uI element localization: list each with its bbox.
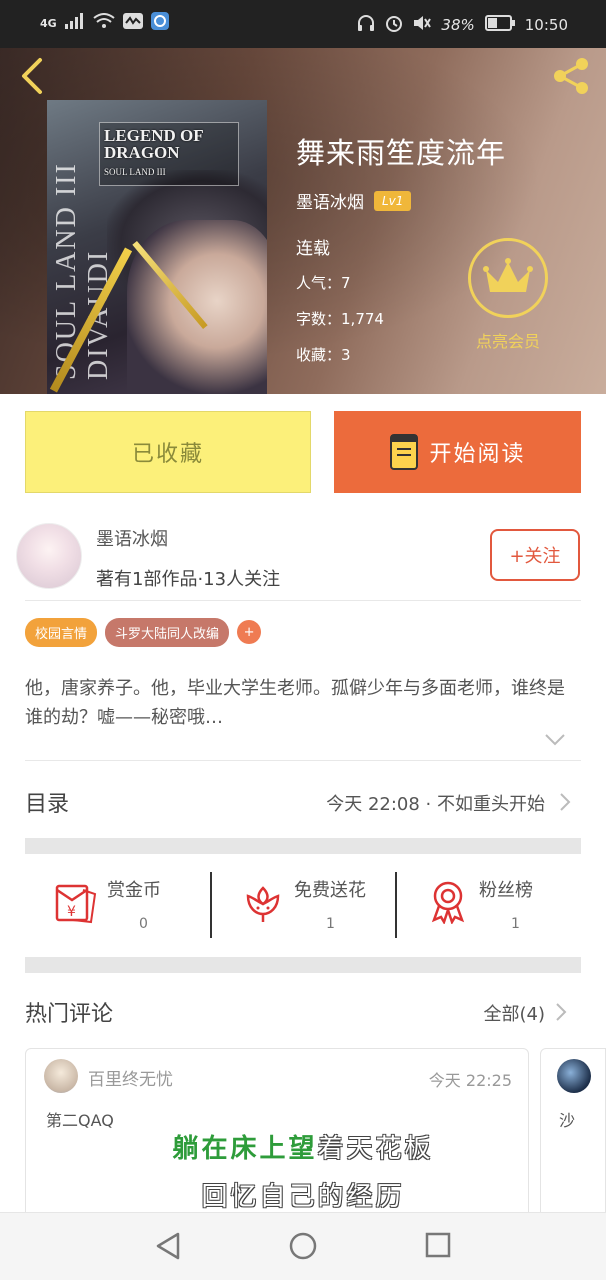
fan-ranking-label: 粉丝榜	[479, 880, 533, 901]
clock: 10:50	[524, 16, 568, 34]
fan-ranking-button[interactable]: 粉丝榜 1	[397, 870, 582, 940]
author-block: 墨语冰烟 著有1部作品·13人关注 +关注	[0, 515, 606, 601]
square-recents-icon	[425, 1232, 451, 1258]
app-notification-icon	[150, 12, 169, 34]
book-description: 他，唐家养子。他，毕业大学生老师。孤僻少年与多面老师，谁终是谁的劫？嘘——秘密哦…	[25, 678, 565, 728]
nav-back-button[interactable]	[154, 1231, 182, 1265]
chevron-right-icon[interactable]	[555, 1002, 567, 1022]
vip-button[interactable]: 点亮会员	[466, 238, 550, 352]
tag-list: 校园言情 斗罗大陆同人改编 +	[25, 618, 262, 647]
back-button[interactable]	[14, 54, 54, 98]
vip-label: 点亮会员	[475, 332, 540, 351]
author-row: 墨语冰烟 Lv1	[296, 188, 412, 213]
chevron-right-icon	[560, 793, 571, 811]
author-block-name[interactable]: 墨语冰烟	[96, 525, 168, 551]
reward-coins-count: 0	[139, 916, 148, 932]
book-title: 舞来雨笙度流年	[296, 136, 507, 170]
circle-home-icon	[289, 1232, 317, 1260]
tag-fanfic[interactable]: 斗罗大陆同人改编	[105, 618, 230, 647]
reward-coins-label: 赏金币	[107, 880, 161, 901]
send-flower-label: 免费送花	[294, 880, 366, 901]
comment-time: 今天 22:25	[428, 1071, 512, 1090]
word-count-stat: 字数：1,774	[296, 310, 384, 328]
cover-title: LEGEND OF DRAGON SOUL LAND III	[99, 122, 239, 186]
overlay-caption-line-2: 回忆自己的经历	[201, 1182, 405, 1212]
battery-icon	[484, 15, 515, 35]
section-separator	[25, 957, 581, 973]
system-nav-bar	[0, 1212, 606, 1280]
cover-side-text: SOUL LAND III DIVAUDI	[51, 162, 114, 380]
commenter-avatar[interactable]	[557, 1059, 591, 1093]
triangle-back-icon	[156, 1232, 180, 1260]
book-header: SOUL LAND III DIVAUDI LEGEND OF DRAGON S…	[0, 48, 606, 394]
activity-icon	[122, 13, 143, 33]
popularity-stat: 人气：7	[296, 274, 351, 292]
overlay-caption-line-1: 躺在床上望着天花板	[172, 1134, 434, 1164]
crown-icon	[483, 258, 533, 292]
author-avatar[interactable]	[16, 523, 82, 589]
serial-status: 连载	[296, 239, 330, 259]
wifi-icon	[93, 13, 115, 33]
chevron-down-icon[interactable]	[544, 733, 566, 747]
flower-icon	[240, 880, 286, 928]
battery-percent: 38%	[441, 16, 475, 34]
tag-more-button[interactable]: +	[237, 620, 262, 644]
hot-comments-header: 热门评论 全部(4)	[25, 994, 581, 1034]
send-flower-count: 1	[326, 916, 335, 932]
hot-comments-title: 热门评论	[25, 1002, 114, 1027]
table-of-contents-row[interactable]: 目录 今天 22:08 · 不如重头开始	[25, 780, 581, 824]
start-reading-label: 开始阅读	[429, 442, 526, 467]
book-cover[interactable]: SOUL LAND III DIVAUDI LEGEND OF DRAGON S…	[47, 100, 267, 394]
headphones-icon	[357, 15, 375, 35]
latest-chapter: 今天 22:08 · 不如重头开始	[326, 794, 545, 815]
start-reading-button[interactable]: 开始阅读	[334, 411, 581, 493]
send-flower-button[interactable]: 免费送花 1	[212, 870, 397, 940]
collected-button[interactable]: 已收藏	[25, 411, 311, 493]
vip-ring	[468, 238, 548, 318]
divider	[25, 760, 581, 761]
toc-label: 目录	[25, 792, 70, 817]
status-bar: 4G 38% 10:50	[0, 0, 606, 48]
share-button[interactable]	[550, 54, 594, 98]
favorites-stat: 收藏：3	[296, 346, 351, 364]
all-comments-link[interactable]: 全部(4)	[484, 1000, 546, 1026]
nav-home-button[interactable]	[288, 1231, 318, 1265]
tag-campus-romance[interactable]: 校园言情	[25, 618, 98, 647]
mute-icon	[413, 15, 432, 35]
action-bar: ¥ 赏金币 0 免费送花 1 粉丝榜 1	[25, 870, 581, 940]
network-type: 4G	[40, 16, 57, 30]
medal-icon	[425, 880, 471, 928]
author-meta: 著有1部作品·13人关注	[96, 569, 281, 590]
book-icon	[390, 434, 419, 470]
commenter-avatar[interactable]	[44, 1059, 78, 1093]
nav-recents-button[interactable]	[424, 1231, 452, 1265]
section-separator	[25, 838, 581, 854]
divider	[25, 600, 581, 601]
reward-coins-button[interactable]: ¥ 赏金币 0	[25, 870, 210, 940]
author-name[interactable]: 墨语冰烟	[296, 188, 364, 213]
red-envelope-icon: ¥	[53, 880, 99, 928]
follow-button[interactable]: +关注	[490, 529, 580, 581]
fan-ranking-count: 1	[511, 916, 520, 932]
signal-icon	[64, 13, 85, 33]
chevron-left-icon	[22, 58, 42, 94]
commenter-name[interactable]: 百里终无忧	[88, 1065, 173, 1090]
alarm-icon	[385, 14, 403, 36]
share-icon	[554, 58, 588, 94]
level-badge: Lv1	[374, 190, 412, 211]
svg-text:¥: ¥	[67, 904, 76, 920]
